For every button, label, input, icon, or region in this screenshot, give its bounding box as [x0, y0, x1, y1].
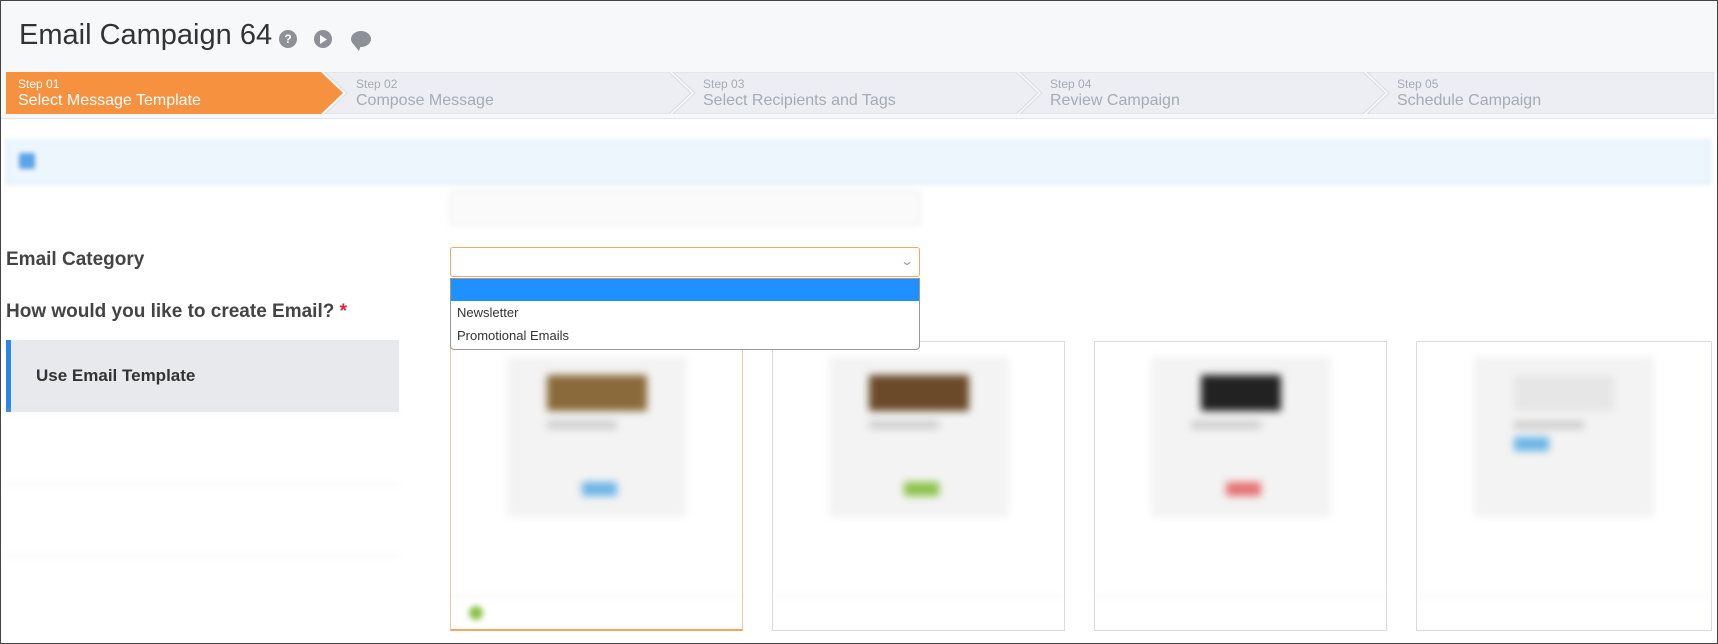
info-alert-text [47, 154, 51, 170]
campaign-name-label [6, 194, 11, 216]
email-category-select[interactable]: ⌄ [450, 247, 920, 277]
step-label: Select Message Template [18, 92, 201, 109]
step-label: Review Campaign [1050, 92, 1180, 109]
category-option-promotional[interactable]: Promotional Emails [451, 324, 919, 347]
template-name [1113, 527, 1117, 543]
category-option-newsletter[interactable]: Newsletter [451, 301, 919, 324]
step-number: Step 03 [703, 77, 745, 91]
category-option-empty[interactable] [451, 279, 919, 301]
chevron-down-icon: ⌄ [899, 254, 915, 268]
tab-use-email-template[interactable]: Use Email Template [6, 340, 399, 412]
template-card[interactable] [450, 341, 743, 631]
create-method-label: How would you like to create Email? * [6, 301, 347, 323]
tab-blurred-option-1[interactable] [6, 412, 399, 484]
template-thumbnail [506, 357, 687, 517]
template-thumbnail [828, 357, 1009, 517]
chat-icon[interactable] [351, 31, 371, 51]
step-4[interactable]: Step 04 Review Campaign [1030, 72, 1350, 114]
template-name [1435, 527, 1439, 543]
step-2[interactable]: Step 02 Compose Message [336, 72, 656, 114]
template-card[interactable] [1416, 341, 1712, 631]
template-card-footer [773, 596, 1064, 630]
tab-blurred-option-2[interactable] [6, 484, 399, 556]
template-name [469, 527, 473, 543]
template-card-footer [1417, 596, 1711, 630]
info-alert [6, 140, 1710, 184]
template-thumbnail [1474, 357, 1654, 517]
help-icon[interactable]: ? [279, 30, 297, 48]
step-1[interactable]: Step 01 Select Message Template [6, 72, 306, 114]
wizard-steps: Step 01 Select Message Template Step 02 … [6, 72, 1714, 114]
step-label: Compose Message [356, 92, 494, 109]
step-number: Step 02 [356, 77, 398, 91]
template-card[interactable] [1094, 341, 1387, 631]
template-card-footer [1095, 596, 1386, 630]
page-title: Email Campaign 64 [19, 19, 273, 51]
play-icon[interactable] [314, 30, 332, 48]
step-5[interactable]: Step 05 Schedule Campaign [1377, 72, 1697, 114]
template-card-footer [451, 595, 742, 629]
step-number: Step 01 [18, 77, 60, 91]
email-category-dropdown: Newsletter Promotional Emails [450, 278, 920, 350]
template-thumbnail [1150, 357, 1331, 517]
campaign-name-input[interactable] [450, 191, 920, 225]
create-method-tabs: Use Email Template [6, 340, 399, 556]
template-card[interactable] [772, 341, 1065, 631]
create-method-label-text: How would you like to create Email? [6, 301, 335, 322]
info-icon [19, 153, 35, 169]
select-action[interactable] [469, 604, 489, 620]
template-name [791, 527, 795, 543]
step-label: Schedule Campaign [1397, 92, 1542, 109]
required-mark: * [339, 301, 348, 322]
step-label: Select Recipients and Tags [703, 92, 896, 109]
step-number: Step 04 [1050, 77, 1092, 91]
email-category-label: Email Category [6, 249, 145, 270]
step-number: Step 05 [1397, 77, 1439, 91]
page-header: Email Campaign 64 ? Step 01 Select Messa… [1, 1, 1717, 119]
step-3[interactable]: Step 03 Select Recipients and Tags [683, 72, 1003, 114]
